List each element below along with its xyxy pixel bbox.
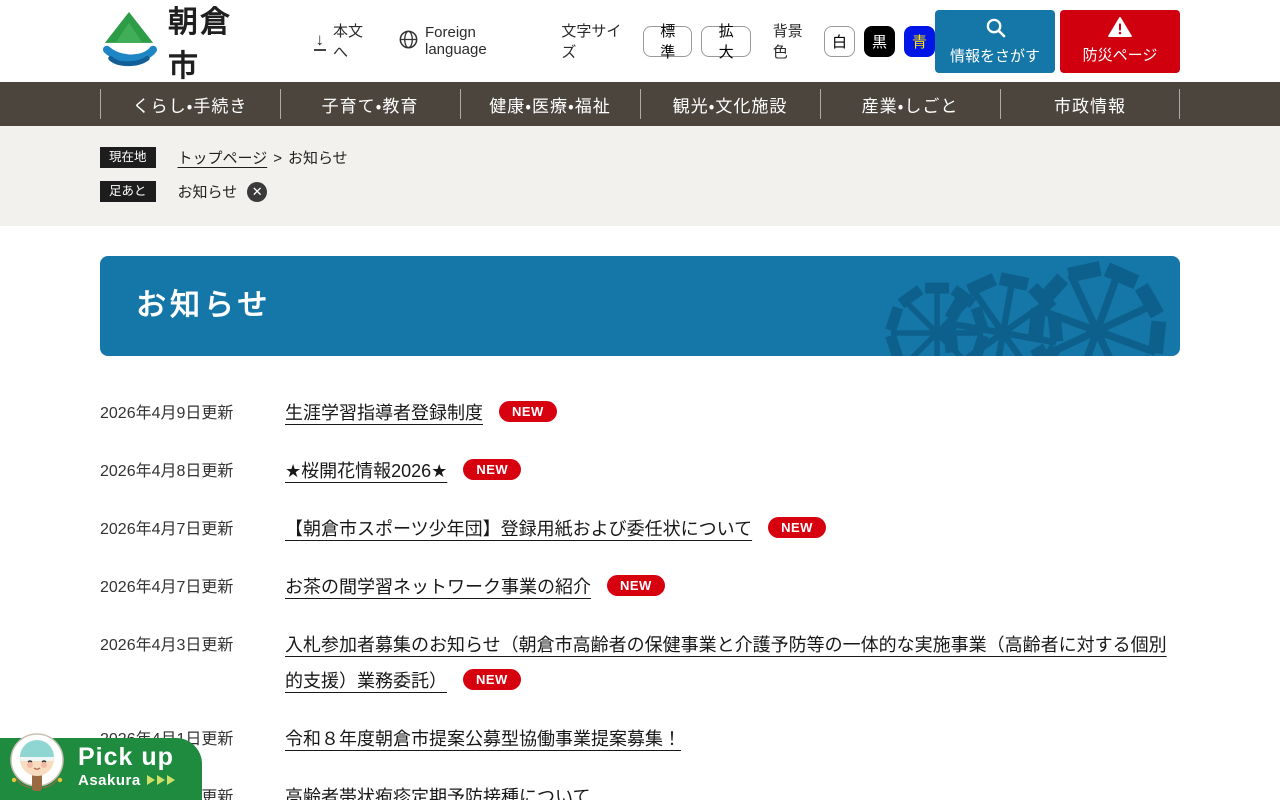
- site-name: 朝倉市: [168, 6, 232, 83]
- footprint-tag: 足あと: [100, 181, 156, 202]
- magnifier-icon: [985, 17, 1006, 42]
- news-body: 生涯学習指導者登録制度 NEW: [285, 395, 1180, 431]
- pickup-title: Pick up: [78, 743, 174, 771]
- font-size-standard-button[interactable]: 標準: [643, 23, 693, 61]
- nav-item-kanko[interactable]: 観光・文化施設: [640, 82, 820, 126]
- news-date: 2026年4月9日更新: [100, 405, 234, 422]
- nav-item-kosodate[interactable]: 子育て・教育: [280, 82, 460, 126]
- bg-color-control: 背景色 白 黒 青: [773, 20, 935, 62]
- three-right-triangles-icon: [146, 775, 175, 785]
- new-badge: NEW: [463, 459, 522, 480]
- pickup-asakura-widget[interactable]: Pick up Asakura: [0, 733, 202, 800]
- news-date: 2026年4月7日更新: [100, 521, 234, 538]
- breadcrumb-trail: トップページ > お知らせ: [178, 147, 348, 168]
- site-logo[interactable]: 朝倉市: [100, 0, 262, 85]
- breadcrumb-band: 現在地 トップページ > お知らせ 足あと お知らせ ✕: [0, 126, 1280, 226]
- bg-white-button[interactable]: 白: [824, 25, 855, 57]
- news-link[interactable]: 令和８年度朝倉市提案公募型協働事業提案募集！: [285, 729, 681, 749]
- breadcrumb-current: お知らせ: [287, 150, 348, 167]
- warning-triangle-icon: [1108, 17, 1132, 41]
- font-size-control: 文字サイズ 標準 拡大: [561, 20, 751, 62]
- emergency-button-label: 防災ページ: [1082, 47, 1158, 64]
- news-link[interactable]: 高齢者帯状疱疹定期予防接種について: [285, 787, 590, 800]
- news-item: 2026年4月8日更新 ★桜開花情報2026★ NEW: [100, 442, 1180, 500]
- page-title-banner: お知らせ: [100, 256, 1180, 356]
- news-link[interactable]: 入札参加者募集のお知らせ（朝倉市高齢者の保健事業と介護予防等の一体的な実施事業（…: [285, 635, 1167, 691]
- news-item: 2026年4月1日更新 高齢者帯状疱疹定期予防接種について: [100, 768, 1180, 800]
- news-body: お茶の間学習ネットワーク事業の紹介 NEW: [285, 569, 1180, 605]
- news-link[interactable]: お茶の間学習ネットワーク事業の紹介: [285, 577, 591, 597]
- pickup-subtitle: Asakura: [78, 771, 141, 789]
- news-link[interactable]: 【朝倉市スポーツ少年団】登録用紙および委任状について: [285, 519, 752, 539]
- news-date: 2026年4月3日更新: [100, 637, 234, 654]
- new-badge: NEW: [463, 669, 521, 690]
- nav-item-shisei[interactable]: 市政情報: [1000, 82, 1180, 126]
- skip-link-label: 本文へ: [333, 23, 364, 61]
- font-size-large-button[interactable]: 拡大: [701, 23, 751, 61]
- mascot-icon: [7, 733, 67, 793]
- font-size-label: 文字サイズ: [561, 23, 622, 61]
- skip-to-content-link[interactable]: ↓ 本文へ: [313, 20, 377, 62]
- news-body: 【朝倉市スポーツ少年団】登録用紙および委任状について NEW: [285, 511, 1180, 547]
- search-button[interactable]: 情報をさがす: [935, 9, 1055, 73]
- footprint-row: 足あと お知らせ ✕: [100, 181, 1180, 202]
- foreign-language-label: Foreign language: [424, 24, 487, 58]
- header-utilities: ↓ 本文へ Foreign language 文字サイズ 標準 拡大 背景色 白…: [313, 20, 935, 62]
- news-date: 2026年4月7日更新: [100, 579, 234, 596]
- footprint-close-icon[interactable]: ✕: [247, 181, 268, 202]
- news-item: 2026年4月7日更新 お茶の間学習ネットワーク事業の紹介 NEW: [100, 558, 1180, 616]
- bg-color-label: 背景色: [772, 23, 803, 61]
- city-logo-icon: [100, 11, 158, 72]
- bg-black-button[interactable]: 黒: [864, 25, 895, 57]
- news-item: 2026年4月7日更新 【朝倉市スポーツ少年団】登録用紙および委任状について NE…: [100, 500, 1180, 558]
- news-item: 2026年4月1日更新 令和８年度朝倉市提案公募型協働事業提案募集！: [100, 710, 1180, 768]
- new-badge: NEW: [499, 401, 557, 422]
- news-body: 令和８年度朝倉市提案公募型協働事業提案募集！: [285, 721, 1180, 757]
- news-body: 高齢者帯状疱疹定期予防接種について: [285, 779, 1180, 800]
- global-nav: くらし・手続き 子育て・教育 健康・医療・福祉 観光・文化施設 産業・しごと 市…: [0, 82, 1280, 126]
- site-header: 朝倉市 ↓ 本文へ Foreign language 文字サイズ 標準 拡大 背…: [0, 0, 1280, 85]
- down-arrow-icon: ↓: [313, 30, 327, 51]
- nav-item-sangyo[interactable]: 産業・しごと: [820, 82, 1000, 126]
- nav-item-kenko[interactable]: 健康・医療・福祉: [460, 82, 640, 126]
- news-date: 2026年4月8日更新: [100, 463, 234, 480]
- bg-blue-button[interactable]: 青: [904, 25, 935, 57]
- new-badge: NEW: [768, 517, 826, 538]
- news-body: 入札参加者募集のお知らせ（朝倉市高齢者の保健事業と介護予防等の一体的な実施事業（…: [285, 627, 1180, 699]
- news-body: ★桜開花情報2026★ NEW: [285, 453, 1180, 489]
- news-link[interactable]: ★桜開花情報2026★: [285, 461, 447, 481]
- news-list: 2026年4月9日更新 生涯学習指導者登録制度 NEW 2026年4月8日更新 ★…: [100, 384, 1180, 800]
- news-item: 2026年4月3日更新 入札参加者募集のお知らせ（朝倉市高齢者の保健事業と介護予…: [100, 616, 1180, 710]
- new-badge: NEW: [607, 575, 665, 596]
- breadcrumb-separator: >: [273, 150, 282, 167]
- emergency-page-button[interactable]: 防災ページ: [1060, 9, 1180, 73]
- globe-icon: [399, 30, 418, 53]
- water-wheels-icon: [885, 261, 1167, 356]
- location-tag: 現在地: [100, 147, 156, 168]
- news-link[interactable]: 生涯学習指導者登録制度: [285, 403, 483, 423]
- foreign-language-link[interactable]: Foreign language: [399, 24, 539, 58]
- search-button-label: 情報をさがす: [949, 47, 1040, 65]
- breadcrumb: 現在地 トップページ > お知らせ: [100, 147, 1180, 168]
- nav-item-kurashi[interactable]: くらし・手続き: [100, 82, 280, 126]
- breadcrumb-home-link[interactable]: トップページ: [178, 150, 268, 167]
- footprint-item-label: お知らせ: [177, 184, 238, 201]
- main-content: お知らせ 2026年4月9日更新 生涯学習指導者登録制度 NEW 2026年4月8…: [0, 226, 1280, 800]
- news-item: 2026年4月9日更新 生涯学習指導者登録制度 NEW: [100, 384, 1180, 442]
